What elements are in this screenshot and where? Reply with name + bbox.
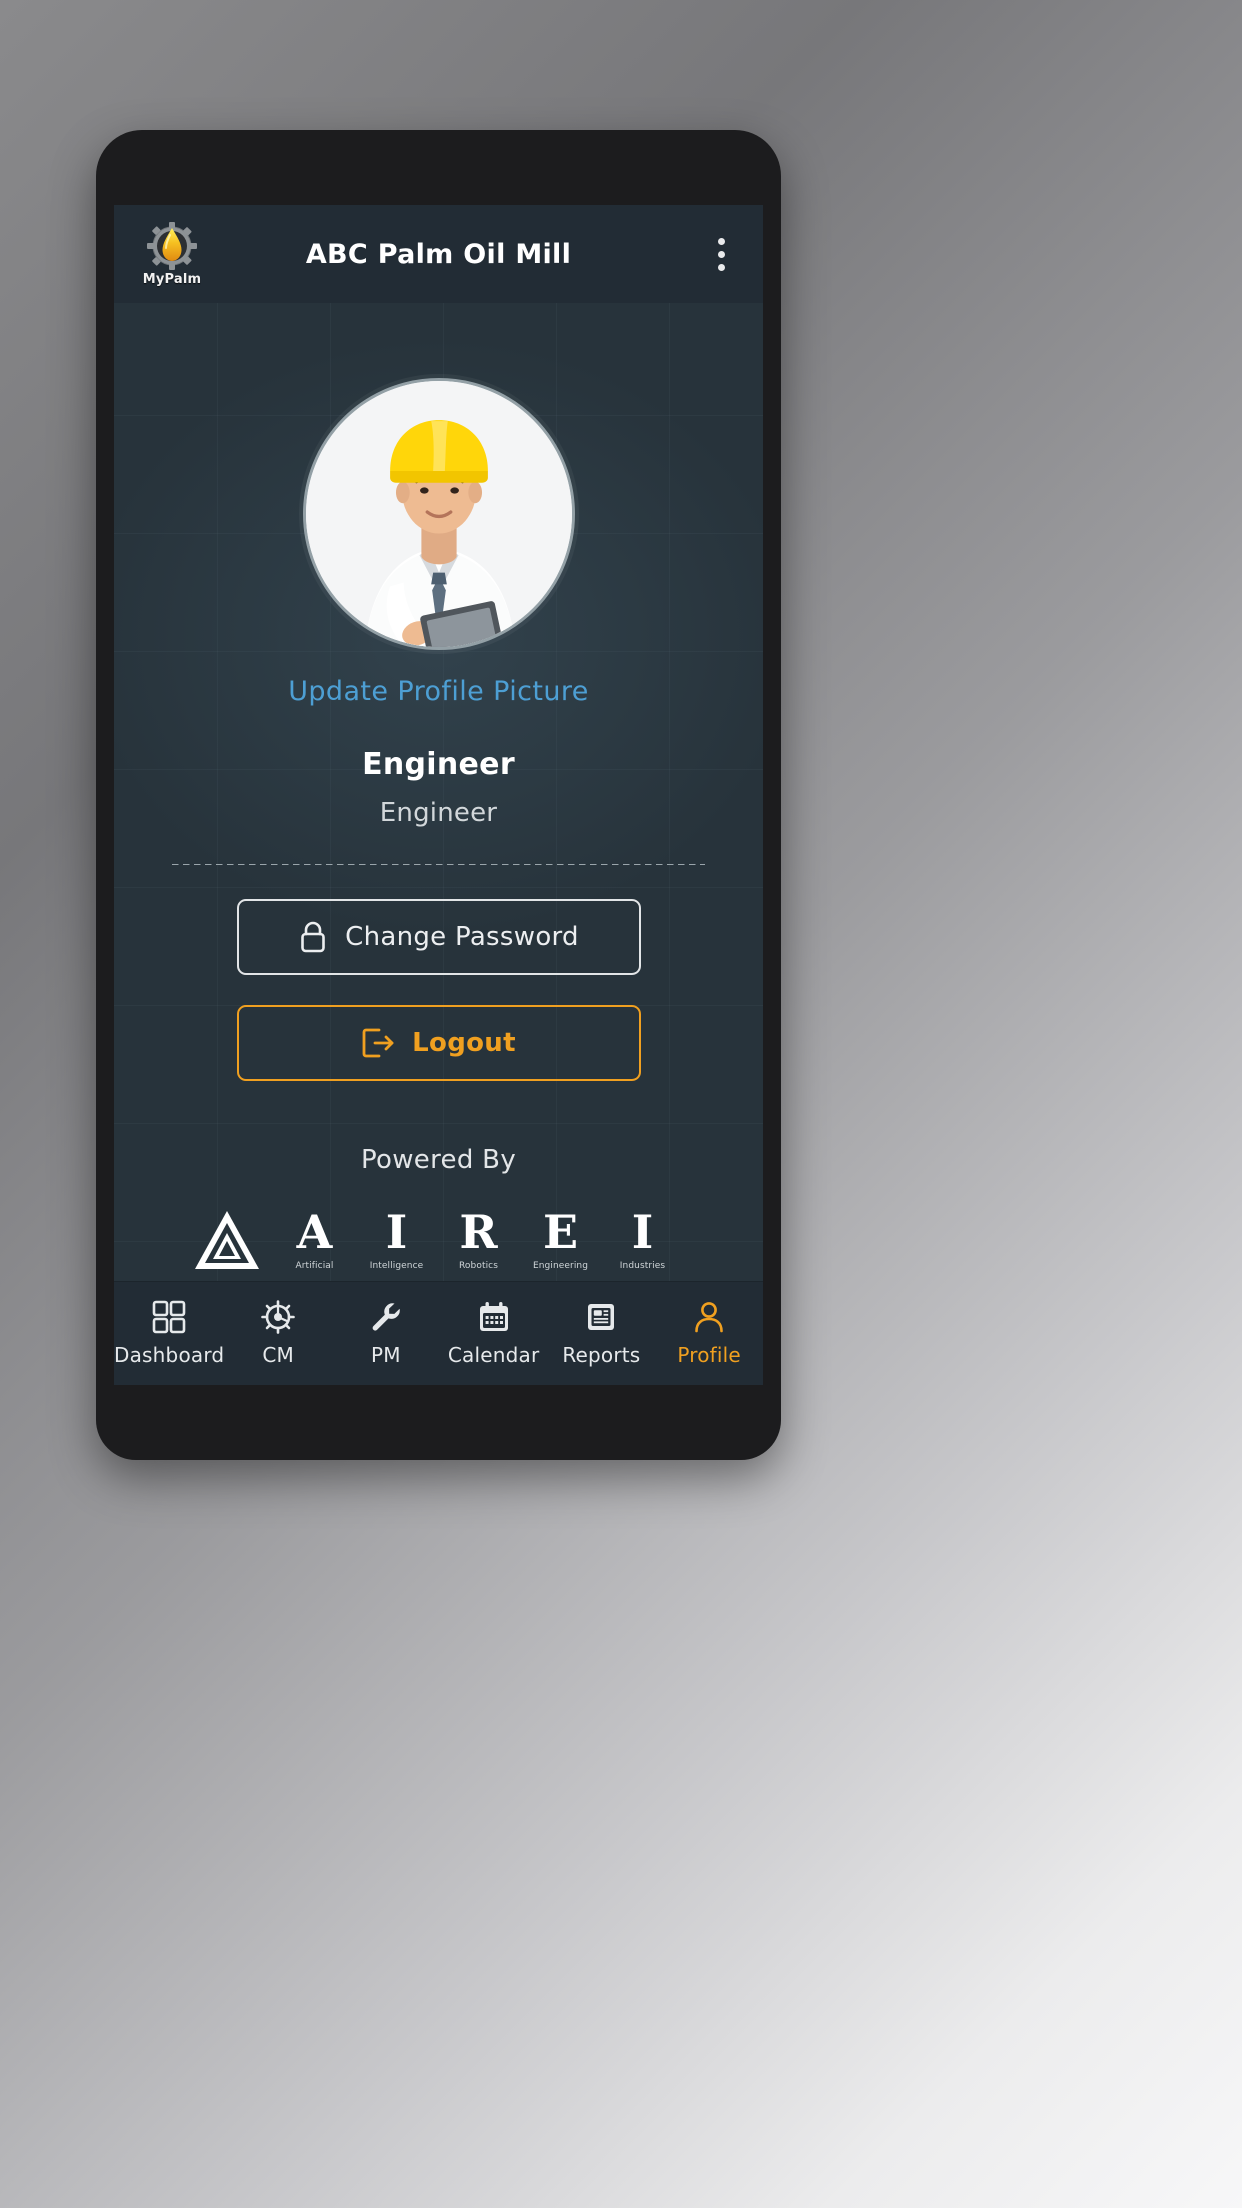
nav-label-reports: Reports <box>562 1343 641 1367</box>
airei-letter-0: A Artificial <box>295 1205 334 1271</box>
logout-label: Logout <box>412 1028 516 1058</box>
gear-icon <box>261 1300 295 1334</box>
airei-letter-2: R Robotics <box>458 1205 499 1271</box>
airei-logo: A Artificial I Intelligence R Robotics E… <box>194 1209 684 1271</box>
nav-item-calendar[interactable]: Calendar <box>440 1282 548 1385</box>
nav-item-profile[interactable]: Profile <box>655 1282 763 1385</box>
nav-item-dashboard[interactable]: Dashboard <box>114 1282 224 1385</box>
airei-triangle-logo <box>194 1209 260 1271</box>
bottom-navigation: Dashboard CM PM Calendar Reports Profile <box>114 1281 763 1385</box>
brand-name-label: MyPalm <box>142 272 202 287</box>
nav-label-dashboard: Dashboard <box>114 1343 225 1367</box>
airei-letters: A Artificial I Intelligence R Robotics E… <box>274 1209 684 1271</box>
profile-content: Update Profile Picture Engineer Engineer… <box>114 303 763 1281</box>
airei-letter-3: E Engineering <box>532 1205 589 1271</box>
calendar-icon <box>477 1300 511 1334</box>
kebab-menu-icon[interactable] <box>701 225 741 283</box>
phone-frame: MyPalm ABC Palm Oil Mill Update Profile … <box>96 130 781 1460</box>
change-password-label: Change Password <box>345 922 579 952</box>
phone-screen: MyPalm ABC Palm Oil Mill Update Profile … <box>114 205 763 1385</box>
user-role: Engineer <box>379 798 498 828</box>
nav-label-profile: Profile <box>677 1343 741 1367</box>
powered-by-label: Powered By <box>360 1145 517 1175</box>
report-document-icon <box>584 1300 618 1334</box>
nav-item-cm[interactable]: CM <box>224 1282 332 1385</box>
grid-icon <box>152 1300 186 1334</box>
page-title: ABC Palm Oil Mill <box>305 238 572 270</box>
palm-oil-droplet-gear-logo <box>146 221 198 271</box>
update-profile-picture-link[interactable]: Update Profile Picture <box>288 676 589 707</box>
nav-label-pm: PM <box>371 1343 401 1367</box>
logout-arrow-icon <box>361 1027 395 1059</box>
nav-label-calendar: Calendar <box>447 1343 540 1367</box>
engineer-portrait-avatar <box>305 381 572 647</box>
logout-button[interactable]: Logout <box>236 1005 641 1081</box>
user-name: Engineer <box>362 747 515 782</box>
app-header: MyPalm ABC Palm Oil Mill <box>114 205 763 303</box>
nav-item-reports[interactable]: Reports <box>548 1282 656 1385</box>
nav-item-pm[interactable]: PM <box>332 1282 440 1385</box>
nav-label-cm: CM <box>262 1343 294 1367</box>
brand-logo: MyPalm <box>136 221 208 287</box>
avatar-container[interactable] <box>302 378 575 650</box>
airei-letter-1: I Intelligence <box>369 1205 424 1271</box>
person-icon <box>692 1300 726 1334</box>
avatar[interactable] <box>302 378 575 650</box>
change-password-button[interactable]: Change Password <box>236 899 641 975</box>
airei-letter-4: I Industries <box>619 1205 666 1271</box>
lock-icon <box>298 920 328 954</box>
wrench-icon <box>369 1300 403 1334</box>
divider <box>172 864 705 865</box>
